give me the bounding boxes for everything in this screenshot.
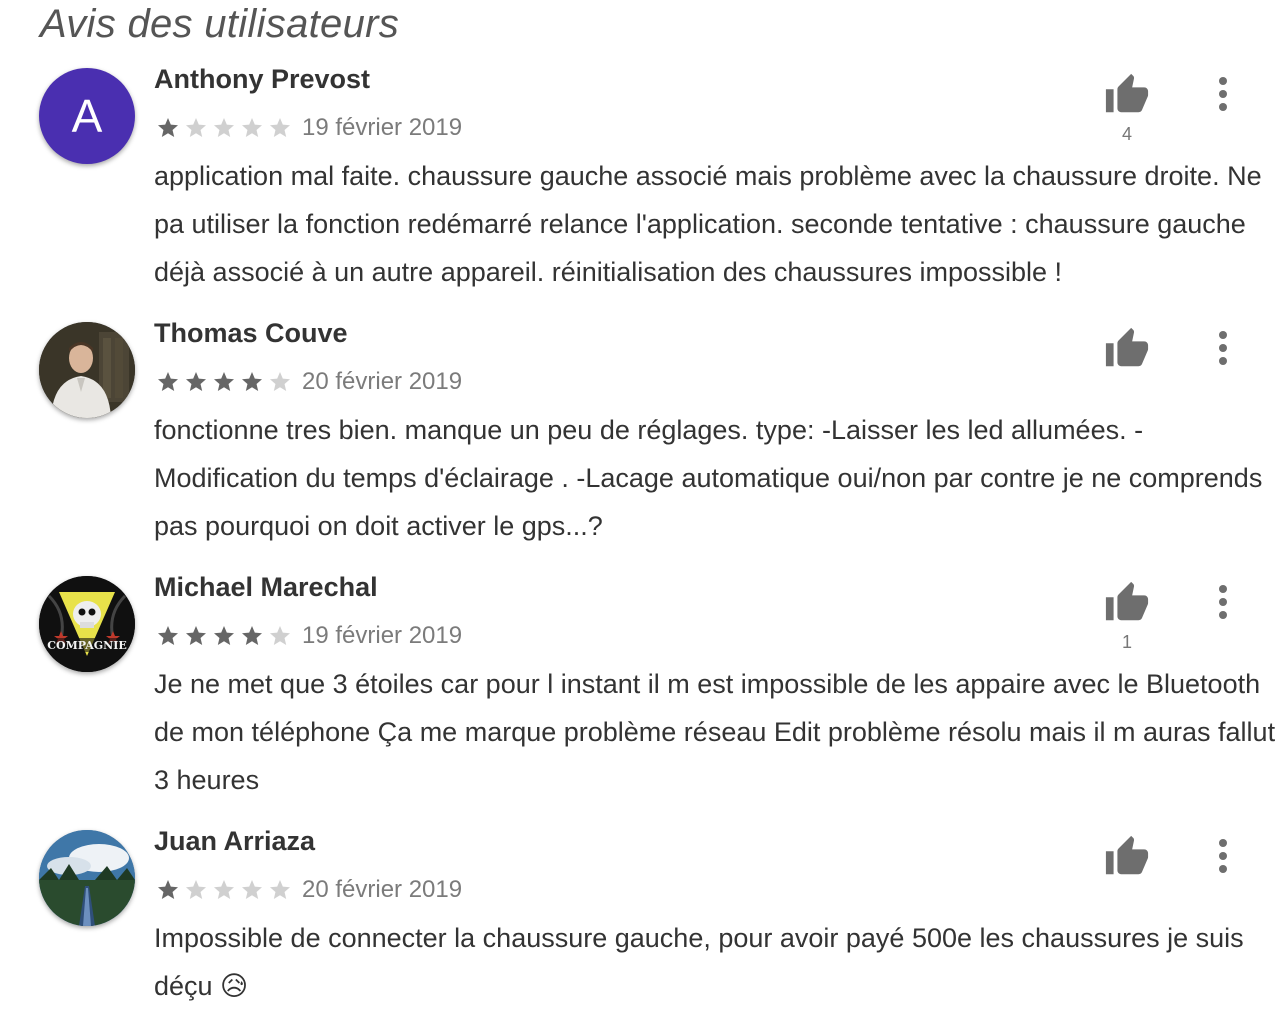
avatar[interactable] [39,322,135,418]
star-filled-icon [214,626,234,645]
star-rating [154,878,294,902]
like-count: 1 [1121,632,1132,652]
star-empty-icon [186,880,206,899]
thumbs-up-icon[interactable] [1102,326,1152,372]
star-empty-icon [214,880,234,899]
avatar[interactable]: A [39,68,135,164]
avatar[interactable] [39,830,135,926]
star-empty-icon [242,880,262,899]
star-empty-icon [270,880,290,899]
more-options-icon[interactable] [1208,836,1238,876]
review-card: COMPAGNIE Michael Marechal 19 février 20… [0,572,1287,806]
review-text: Impossible de connecter la chaussure gau… [154,923,1244,1001]
star-empty-icon [186,118,206,137]
star-empty-icon [214,118,234,137]
star-filled-icon [214,372,234,391]
star-rating [154,624,294,648]
review-text: Je ne met que 3 étoiles car pour l insta… [154,669,1276,795]
author-name: Michael Marechal [154,572,378,602]
avatar-logo-text: COMPAGNIE [47,639,127,652]
more-options-icon[interactable] [1208,582,1238,622]
review-meta: 20 février 2019 [154,366,462,398]
more-options-icon[interactable] [1208,74,1238,114]
avatar-letter: A [71,90,103,142]
like-count: 4 [1121,124,1132,144]
star-filled-icon [158,372,178,391]
star-filled-icon [158,118,178,137]
review-card: Thomas Couve 20 février 2019 fonctionne … [0,318,1287,552]
review-meta: 19 février 2019 [154,620,462,652]
thumbs-up-icon[interactable] [1102,72,1152,118]
review-text: fonctionne tres bien. manque un peu de r… [154,415,1263,541]
review-meta: 20 février 2019 [154,874,462,906]
avatar[interactable]: COMPAGNIE [39,576,135,672]
more-options-icon[interactable] [1208,328,1238,368]
review-text: application mal faite. chaussure gauche … [154,161,1262,287]
star-empty-icon [270,118,290,137]
thumbs-up-icon[interactable] [1102,834,1152,880]
review-date: 19 février 2019 [302,114,463,141]
review-date: 20 février 2019 [302,368,463,395]
star-filled-icon [158,880,178,899]
avatar-photo [39,322,135,418]
review-card: A Anthony Prevost 19 février 2019 applic… [0,64,1287,298]
review-card: Juan Arriaza 20 février 2019 Impossible … [0,826,1287,1020]
review-date: 20 février 2019 [302,876,463,903]
avatar-photo [39,830,135,926]
star-filled-icon [186,626,206,645]
author-name: Anthony Prevost [154,64,371,94]
star-empty-icon [270,372,290,391]
author-name: Juan Arriaza [154,826,316,856]
star-rating [154,370,294,394]
star-rating [154,116,294,140]
review-meta: 19 février 2019 [154,112,462,144]
star-filled-icon [186,372,206,391]
page-title: Avis des utilisateurs [40,2,400,46]
star-empty-icon [270,626,290,645]
author-name: Thomas Couve [154,318,348,348]
avatar-logo: COMPAGNIE [39,576,135,672]
star-filled-icon [242,626,262,645]
star-empty-icon [242,118,262,137]
review-date: 19 février 2019 [302,622,463,649]
thumbs-up-icon[interactable] [1102,580,1152,626]
star-filled-icon [158,626,178,645]
star-filled-icon [242,372,262,391]
